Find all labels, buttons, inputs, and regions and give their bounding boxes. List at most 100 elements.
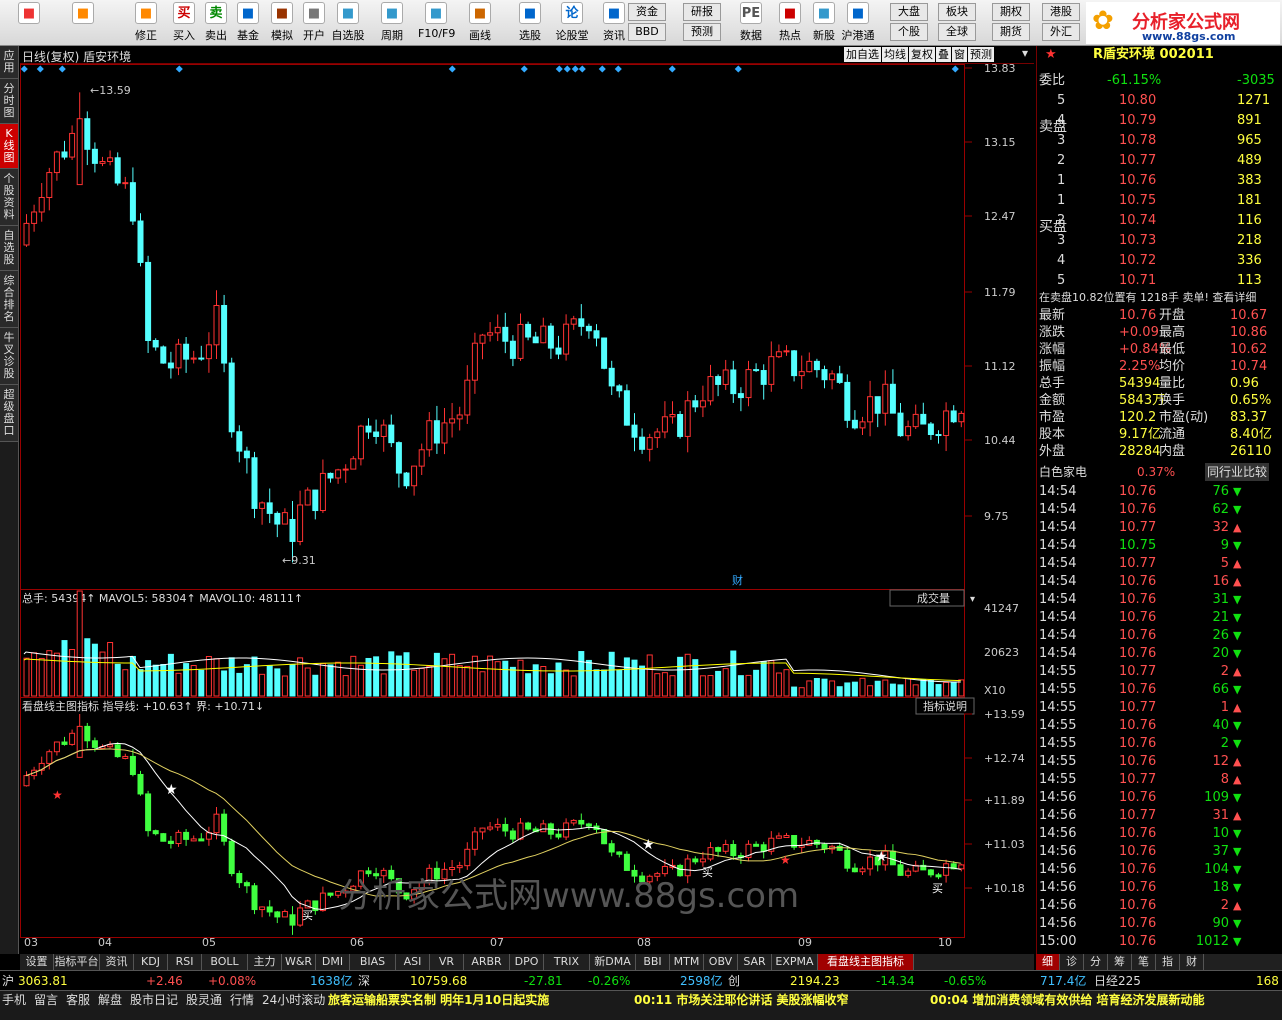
indicator-help-button[interactable]: 指标说明 bbox=[923, 699, 967, 713]
bottom-item[interactable]: 股市日记 bbox=[130, 991, 178, 1009]
tab-10[interactable]: ASI bbox=[396, 954, 430, 970]
tab-16[interactable]: BBI bbox=[636, 954, 670, 970]
tab-9[interactable]: BIAS bbox=[350, 954, 396, 970]
news-ticker[interactable]: 00:11 市场关注耶伦讲话 美股涨幅收窄 bbox=[634, 991, 849, 1009]
chart-header-button[interactable]: 均线 bbox=[882, 47, 908, 62]
toolbar-button-9[interactable]: ■ 周期 bbox=[374, 2, 410, 44]
nav-item[interactable]: 分时图 bbox=[0, 79, 18, 124]
tab-21[interactable]: 看盘线主图指标 bbox=[818, 954, 914, 970]
toolbar-small-button[interactable]: 个股 bbox=[890, 23, 928, 41]
toolbar-small-button[interactable]: 大盘 bbox=[890, 3, 928, 21]
toolbar-button-2[interactable]: ■ 修正 bbox=[128, 2, 164, 44]
bottom-item[interactable]: 股灵通 bbox=[186, 991, 222, 1009]
tab-15[interactable]: 新DMA bbox=[590, 954, 636, 970]
tab-1[interactable]: 指标平台 bbox=[54, 954, 100, 970]
tab-14[interactable]: TRIX bbox=[544, 954, 590, 970]
nav-item[interactable]: K线图 bbox=[0, 124, 18, 169]
toolbar-button-17[interactable]: ■ 新股 bbox=[806, 2, 842, 44]
tab-3[interactable]: KDJ bbox=[134, 954, 168, 970]
tick-row: 14:56 10.76 90 ▼ bbox=[1039, 916, 1242, 931]
toolbar-button-11[interactable]: ■ 画线 bbox=[462, 2, 498, 44]
tab-2[interactable]: 资讯 bbox=[100, 954, 134, 970]
indicator-bar bbox=[53, 741, 60, 753]
toolbar-button-8[interactable]: ■ 自选股 bbox=[330, 2, 366, 44]
chart-header-button[interactable]: 加自选 bbox=[844, 47, 881, 62]
toolbar-small-button[interactable]: 外汇 bbox=[1042, 23, 1080, 41]
toolbar-small-button[interactable]: 期权 bbox=[992, 3, 1030, 21]
toolbar-button-4[interactable]: 卖卖出 bbox=[198, 2, 234, 44]
chart-header-button[interactable]: 复权 bbox=[909, 47, 935, 62]
chart-header-button[interactable]: 预测 bbox=[968, 47, 994, 62]
sell-notice[interactable]: 在卖盘10.82位置有 1218手 卖单! 查看详细 bbox=[1039, 289, 1256, 305]
right-tab[interactable]: 指 bbox=[1156, 954, 1180, 970]
toolbar-button-18[interactable]: ■ 沪港通 bbox=[840, 2, 876, 44]
right-tab[interactable]: 细 bbox=[1036, 954, 1060, 970]
volume-bar bbox=[631, 659, 638, 697]
bottom-item[interactable]: 行情 bbox=[230, 991, 254, 1009]
bottom-item[interactable]: 手机 bbox=[2, 991, 26, 1009]
tab-18[interactable]: OBV bbox=[704, 954, 738, 970]
indicator-bar bbox=[623, 853, 630, 871]
tab-20[interactable]: EXPMA bbox=[772, 954, 818, 970]
chevron-down-icon[interactable]: ▾ bbox=[970, 594, 975, 605]
tab-12[interactable]: ARBR bbox=[464, 954, 510, 970]
sector-row[interactable]: 白色家电 0.37% 同行业比较 bbox=[1037, 463, 1282, 481]
chart-header-button[interactable]: 叠 bbox=[936, 47, 951, 62]
tab-19[interactable]: SAR bbox=[738, 954, 772, 970]
bottom-item[interactable]: 解盘 bbox=[98, 991, 122, 1009]
toolbar-button-3[interactable]: 买买入 bbox=[166, 2, 202, 44]
volume-bar bbox=[905, 678, 912, 697]
right-tab[interactable]: 分 bbox=[1084, 954, 1108, 970]
toolbar-button-1[interactable]: ■ bbox=[58, 2, 108, 44]
tab-8[interactable]: DMI bbox=[316, 954, 350, 970]
volume-bar bbox=[707, 675, 714, 697]
toolbar-small-button[interactable]: 港股 bbox=[1042, 3, 1080, 21]
candle-body bbox=[889, 383, 896, 414]
toolbar-button-16[interactable]: ■ 热点 bbox=[772, 2, 808, 44]
toolbar-button-0[interactable]: ■ bbox=[4, 2, 54, 44]
chart-header-button[interactable]: 窗 bbox=[952, 47, 967, 62]
bottom-item[interactable]: 24小时滚动 bbox=[262, 991, 325, 1009]
toolbar-button-15[interactable]: PE 数据 bbox=[733, 2, 769, 44]
right-tab[interactable]: 财 bbox=[1180, 954, 1204, 970]
toolbar-button-6[interactable]: ■ 模拟 bbox=[264, 2, 300, 44]
tab-6[interactable]: 主力 bbox=[248, 954, 282, 970]
tab-7[interactable]: W&R bbox=[282, 954, 316, 970]
star-icon[interactable]: ★ bbox=[1045, 46, 1057, 64]
toolbar-small-button[interactable]: 期货 bbox=[992, 23, 1030, 41]
toolbar-button-7[interactable]: ■ 开户 bbox=[296, 2, 332, 44]
nav-item[interactable]: 个股资料 bbox=[0, 169, 18, 226]
tab-5[interactable]: BOLL bbox=[202, 954, 248, 970]
toolbar-small-button[interactable]: 全球 bbox=[938, 23, 976, 41]
dropdown-icon[interactable]: ▾ bbox=[1022, 46, 1028, 60]
news-ticker[interactable]: 旅客运输船票实名制 明年1月10日起实施 bbox=[328, 991, 549, 1009]
volume-dropdown[interactable]: 成交量 bbox=[917, 591, 950, 605]
nav-item[interactable]: 应用 bbox=[0, 46, 18, 79]
volume-bar bbox=[851, 681, 858, 697]
toolbar-small-button[interactable]: 研报 bbox=[683, 3, 721, 21]
toolbar-button-10[interactable]: ■ F10/F9 bbox=[418, 2, 455, 44]
right-tab[interactable]: 诊 bbox=[1060, 954, 1084, 970]
right-tab[interactable]: 筹 bbox=[1108, 954, 1132, 970]
news-ticker[interactable]: 00:04 增加消费领域有效供给 培育经济发展新动能 bbox=[930, 991, 1280, 1009]
nav-item[interactable]: 综合排名 bbox=[0, 271, 18, 328]
nav-item[interactable]: 自选股 bbox=[0, 226, 18, 271]
toolbar-button-14[interactable]: ■ 资讯 bbox=[596, 2, 632, 44]
tab-4[interactable]: RSI bbox=[168, 954, 202, 970]
toolbar-small-button[interactable]: 预测 bbox=[683, 23, 721, 41]
toolbar-small-button[interactable]: 板块 bbox=[938, 3, 976, 21]
bottom-item[interactable]: 留言 bbox=[34, 991, 58, 1009]
toolbar-small-button[interactable]: BBD bbox=[628, 23, 666, 41]
tab-0[interactable]: 设置 bbox=[20, 954, 54, 970]
nav-item[interactable]: 牛叉诊股 bbox=[0, 328, 18, 385]
tab-17[interactable]: MTM bbox=[670, 954, 704, 970]
nav-item[interactable]: 超级盘口 bbox=[0, 385, 18, 442]
toolbar-button-5[interactable]: ■ 基金 bbox=[230, 2, 266, 44]
toolbar-button-13[interactable]: 论论股堂 bbox=[554, 2, 590, 44]
bottom-item[interactable]: 客服 bbox=[66, 991, 90, 1009]
tab-11[interactable]: VR bbox=[430, 954, 464, 970]
toolbar-small-button[interactable]: 资金 bbox=[628, 3, 666, 21]
toolbar-button-12[interactable]: ■ 选股 bbox=[512, 2, 548, 44]
right-tab[interactable]: 笔 bbox=[1132, 954, 1156, 970]
tab-13[interactable]: DPO bbox=[510, 954, 544, 970]
